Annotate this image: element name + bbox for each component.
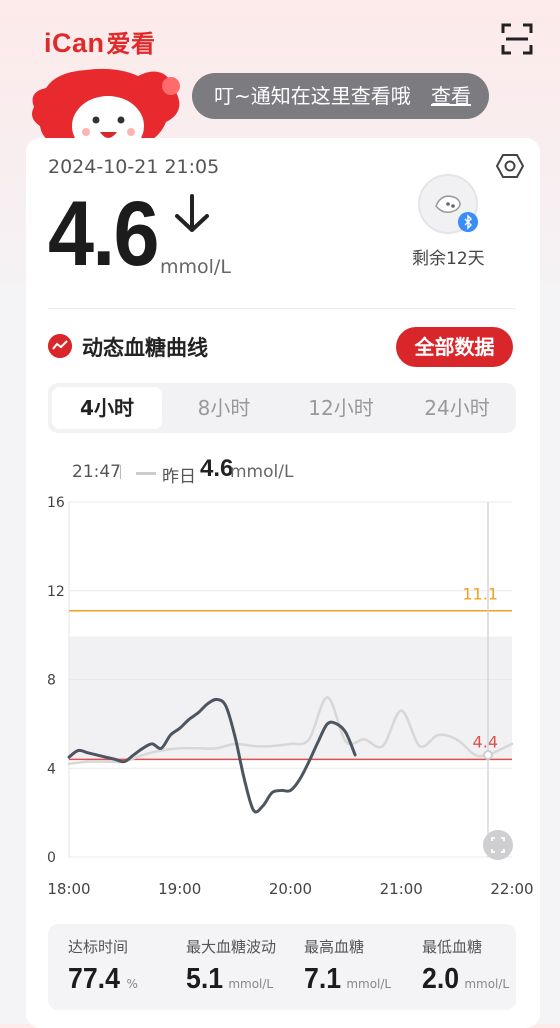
tab-8h[interactable]: 8小时 <box>169 387 279 429</box>
stat-label: 最低血糖 <box>422 938 483 956</box>
y-tick-label: 16 <box>47 495 65 511</box>
glucose-value: 4.6 <box>48 183 160 285</box>
stat-unit: mmol/L <box>228 977 274 991</box>
settings-icon[interactable] <box>496 152 524 180</box>
tab-4h[interactable]: 4小时 <box>52 387 162 429</box>
y-tick-label: 8 <box>47 673 56 689</box>
stat-unit: mmol/L <box>464 977 510 991</box>
fullscreen-button <box>483 830 513 860</box>
stat-value: 2.0 <box>422 963 460 995</box>
stat-time-in-range: 达标时间 77.4% <box>68 936 185 996</box>
x-tick-label: 20:00 <box>269 880 312 898</box>
mascot-illustration <box>32 68 180 152</box>
x-tick-label: 18:00 <box>47 880 90 898</box>
all-data-button[interactable]: 全部数据 <box>396 327 513 367</box>
y-tick-label: 12 <box>47 584 65 600</box>
reading-datetime: 2024-10-21 21:05 <box>48 156 220 178</box>
glucose-unit: mmol/L <box>160 256 231 278</box>
stat-min-glucose: 最低血糖 2.0 mmol/L <box>422 936 539 996</box>
stat-max-fluctuation: 最大血糖波动 5.1 mmol/L <box>186 936 303 996</box>
x-tick-label: 21:00 <box>380 880 423 898</box>
stat-value: 5.1 <box>186 963 224 995</box>
y-tick-label: 0 <box>47 850 56 866</box>
legend-value: 4.6 <box>200 455 234 482</box>
stat-label: 达标时间 <box>68 938 129 956</box>
notice-view-link[interactable]: 查看 <box>431 73 471 119</box>
app-header: iCan爱看 叮~通知在这里查看哦 查看 <box>0 0 560 152</box>
stats-panel: 达标时间 77.4% 最大血糖波动 5.1 mmol/L 最高血糖 7.1 mmol… <box>48 924 516 1010</box>
stat-max-glucose: 最高血糖 7.1 mmol/L <box>304 936 421 996</box>
stat-unit: mmol/L <box>346 977 392 991</box>
notification-bubble[interactable]: 叮~通知在这里查看哦 查看 <box>192 73 489 119</box>
notice-text: 叮~通知在这里查看哦 <box>214 84 411 108</box>
stat-label: 最高血糖 <box>304 938 365 956</box>
cursor-point <box>483 749 494 760</box>
stat-value: 7.1 <box>304 963 342 995</box>
x-tick-label: 22:00 <box>490 880 533 898</box>
scan-icon[interactable] <box>500 22 534 56</box>
section-title: 动态血糖曲线 <box>82 336 208 360</box>
legend-separator <box>120 465 121 479</box>
stat-label: 最大血糖波动 <box>186 938 277 956</box>
stat-unit: % <box>126 977 138 991</box>
glucose-chart[interactable]: 16 12 8 4 0 18:00 19:00 20:00 21:00 22:00 11.1 4.4 <box>0 480 560 910</box>
legend-unit: mmol/L <box>230 462 294 482</box>
y-tick-label: 4 <box>47 761 56 777</box>
bluetooth-icon <box>458 212 478 232</box>
high-threshold-label: 11.1 <box>462 585 498 604</box>
stat-value: 77.4 <box>68 963 120 995</box>
x-tick-label: 19:00 <box>158 880 201 898</box>
time-range-tabs: 4小时 8小时 12小时 24小时 <box>48 383 516 433</box>
trend-curve-icon <box>48 334 72 358</box>
legend-swatch <box>136 472 156 475</box>
cursor-time: 21:47 <box>72 462 121 482</box>
target-range-band <box>69 636 512 760</box>
sensor-remaining-days: 剩余12天 <box>412 249 485 269</box>
arrow-down-icon <box>175 194 209 232</box>
low-threshold-label: 4.4 <box>473 732 498 751</box>
tab-12h[interactable]: 12小时 <box>286 387 396 429</box>
tab-24h[interactable]: 24小时 <box>402 387 512 429</box>
divider <box>48 308 516 309</box>
